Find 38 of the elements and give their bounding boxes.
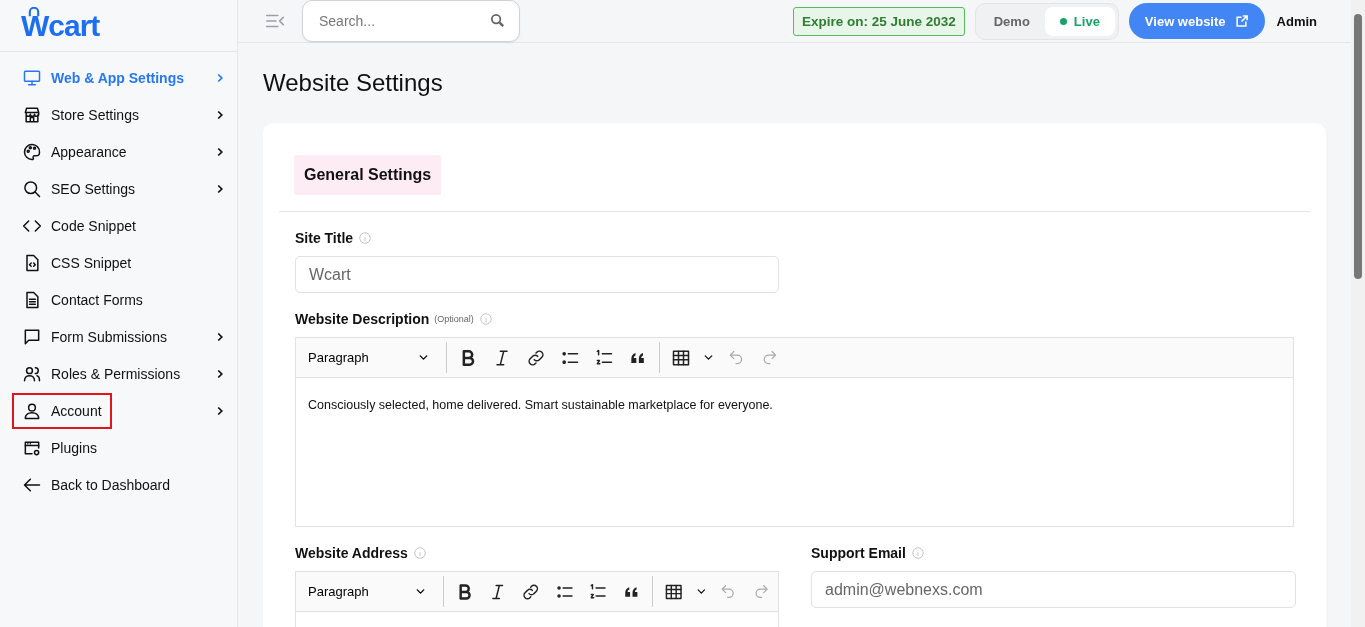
sidebar-item[interactable]: Form Submissions [12, 318, 177, 355]
rich-text-editor[interactable]: Paragraph Consciously selected, home delivered. Smart sustainable marketplace for everyone. [295, 337, 1294, 527]
sidebar-item[interactable]: Account [12, 392, 112, 429]
field-label: Website Address [295, 545, 408, 561]
rich-text-editor[interactable]: Paragraph [295, 571, 779, 627]
logo[interactable]: Wcart [0, 0, 237, 52]
sidebar-item[interactable]: Code Snippet [12, 207, 146, 244]
status-dot-icon [1059, 17, 1067, 25]
optional-note: (Optional) [434, 314, 474, 324]
page-title: Website Settings [263, 69, 444, 97]
sidebar-item[interactable]: Contact Forms [12, 281, 153, 318]
mode-tab[interactable]: Demo [978, 6, 1045, 36]
palette-icon [22, 141, 42, 162]
sidebar-item[interactable]: Back to Dashboard [12, 466, 181, 503]
sidebar-item[interactable]: Web & App Settings [12, 59, 194, 96]
field-label: Site Title [295, 230, 354, 246]
input-field[interactable]: admin@webnexs.com [811, 571, 1296, 608]
sidebar-item[interactable]: CSS Snippet [12, 244, 142, 281]
field-label: Website Description [295, 311, 430, 327]
section-title: General Settings [294, 155, 442, 195]
expiry-badge: Expire on: 25 June 2032 [792, 6, 965, 36]
input-field[interactable]: Wcart [295, 256, 779, 293]
user-name[interactable]: Admin [1276, 13, 1317, 29]
paragraph-dropdown[interactable]: Paragraph [300, 350, 438, 365]
paragraph-dropdown[interactable]: Paragraph [300, 584, 435, 599]
field-label: Support Email [811, 545, 906, 561]
sidebar-item[interactable]: Store Settings [12, 96, 149, 133]
sidebar-item[interactable]: Appearance [12, 133, 137, 170]
sidebar-item[interactable]: SEO Settings [12, 170, 146, 207]
sidebar-item[interactable]: Plugins [12, 429, 107, 466]
view-website-button[interactable]: View website [1128, 3, 1265, 39]
search-icon [22, 178, 42, 199]
search-field[interactable]: Search... [302, 0, 520, 42]
search-icon[interactable] [489, 12, 506, 29]
bag-handle-icon [27, 7, 41, 17]
editor-text: Consciously selected, home delivered. Smart sustainable marketplace for everyone. [308, 398, 773, 412]
sidebar-item[interactable]: Roles & Permissions [12, 355, 191, 392]
external-link-icon [1233, 13, 1249, 29]
